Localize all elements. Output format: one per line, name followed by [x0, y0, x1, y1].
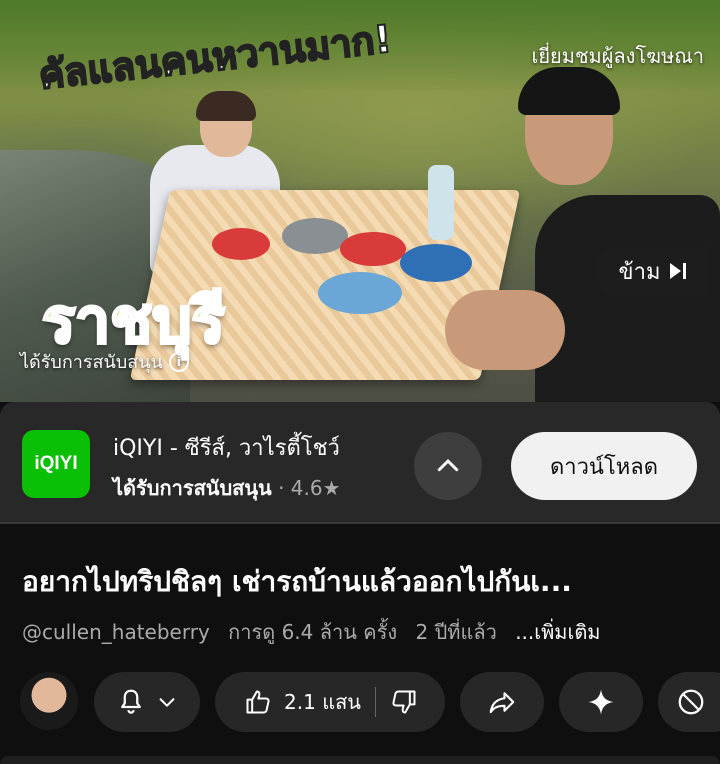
thumbs-down-icon	[392, 690, 416, 714]
thumbs-up-icon	[246, 690, 270, 714]
app-logo[interactable]: iQIYI	[22, 430, 90, 498]
video-plate	[318, 272, 402, 314]
divider	[0, 522, 720, 524]
share-icon	[489, 692, 515, 714]
ad-sponsored-label: ได้รับการสนับสนุน	[113, 476, 272, 500]
collapse-ad-button[interactable]	[414, 432, 482, 500]
skip-next-icon	[670, 263, 687, 279]
ask-ai-button[interactable]	[559, 672, 643, 732]
channel-handle[interactable]: @cullen_hateberry	[22, 620, 210, 644]
dislike-button[interactable]	[376, 688, 440, 716]
app-rating: 4.6★	[290, 476, 341, 500]
app-meta: ได้รับการสนับสนุน · 4.6★	[113, 472, 341, 504]
ad-banner[interactable]: iQIYI iQIYI - ซีรีส์, วาไรตี้โชว์ ได้รับ…	[0, 402, 720, 524]
video-plate	[212, 228, 270, 260]
video-meta[interactable]: @cullen_hateberry การดู 6.4 ล้าน ครั้ง 2…	[22, 616, 613, 648]
video-title[interactable]: อยากไปทริปชิลๆ เช่ารถบ้านแล้วออกไปกันเ..…	[22, 560, 702, 604]
sparkle-icon	[588, 689, 614, 715]
skip-ad-label: ข้าม	[618, 258, 661, 284]
view-count: การดู 6.4 ล้าน ครั้ง	[228, 620, 398, 644]
bell-icon	[121, 689, 141, 714]
like-button[interactable]: 2.1 แสน	[220, 686, 375, 718]
video-person-right	[420, 65, 720, 402]
sponsored-note-label: ได้รับการสนับสนุน	[20, 352, 163, 373]
like-count: 2.1 แสน	[284, 690, 361, 714]
sponsored-note[interactable]: ได้รับการสนับสนุน i	[20, 347, 189, 376]
chevron-up-icon	[437, 459, 459, 472]
info-icon[interactable]: i	[168, 351, 189, 372]
app-name[interactable]: iQIYI - ซีรีส์, วาไรตี้โชว์	[113, 430, 340, 465]
bottom-sheet-edge	[0, 756, 720, 764]
share-button[interactable]	[460, 672, 544, 732]
download-button[interactable]: ดาวน์โหลด	[511, 432, 697, 500]
block-icon	[678, 689, 704, 715]
channel-avatar[interactable]	[20, 672, 78, 730]
visit-advertiser-link[interactable]: เยี่ยมชมผู้ลงโฆษณา	[531, 40, 704, 72]
meta-separator: ·	[278, 476, 285, 500]
video-province-text: ราชบุรี	[41, 284, 227, 357]
video-plate	[282, 218, 348, 254]
chevron-down-icon	[159, 698, 175, 707]
skip-ad-button[interactable]: ข้าม	[595, 242, 710, 300]
show-more-link[interactable]: ...เพิ่มเติม	[515, 620, 600, 644]
like-dislike-group: 2.1 แสน	[215, 672, 445, 732]
video-plate	[340, 232, 406, 266]
notification-button[interactable]	[94, 672, 200, 732]
video-player[interactable]: คัลแลนคนหวานมาก! เยี่ยมชมผู้ลงโฆษณา ราชบ…	[0, 0, 720, 402]
block-button[interactable]	[658, 672, 720, 732]
upload-age: 2 ปีที่แล้ว	[415, 620, 497, 644]
